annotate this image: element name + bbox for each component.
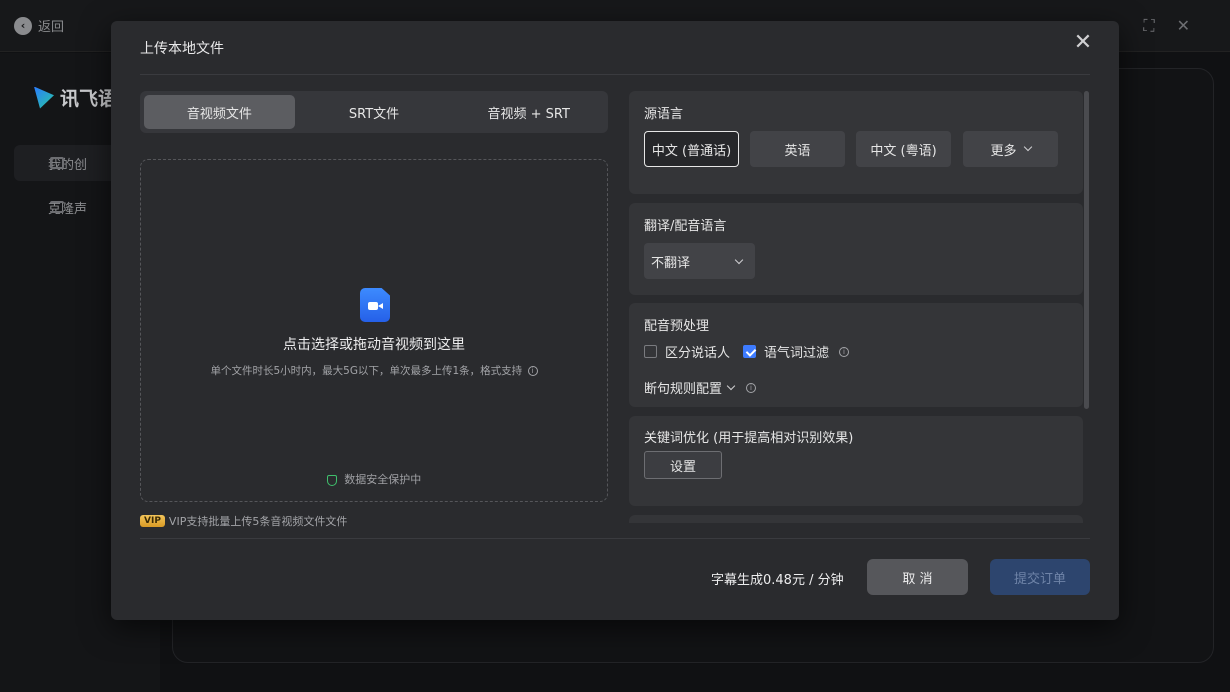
dropzone-title: 点击选择或拖动音视频到这里 xyxy=(283,337,465,353)
back-button[interactable]: ‹ 返回 xyxy=(14,16,64,35)
speaker-label: 区分说话人 xyxy=(665,346,731,361)
translation-card: 翻译/配音语言 不翻译 xyxy=(629,203,1083,295)
vip-note: VIP VIP支持批量上传5条音视频文件文件 xyxy=(140,513,347,529)
lang-option-cantonese[interactable]: 中文 (粤语) xyxy=(856,131,951,167)
keyword-card: 关键词优化 (用于提高相对识别效果) 设置 xyxy=(629,416,1083,506)
tab-av-file[interactable]: 音视频文件 xyxy=(144,95,295,129)
more-label: 更多 xyxy=(990,143,1017,159)
filler-label: 语气词过滤 xyxy=(764,346,830,361)
lang-option-mandarin[interactable]: 中文 (普通话) xyxy=(644,131,739,167)
keyword-settings-button[interactable]: 设置 xyxy=(644,451,722,479)
source-language-title: 源语言 xyxy=(644,107,684,122)
source-language-card: 源语言 中文 (普通话) 英语 中文 (粤语) 更多 xyxy=(629,91,1083,194)
dropzone-hint: 单个文件时长5小时内，最大5G以下，单次最多上传1条，格式支持 i xyxy=(141,363,607,378)
translation-title: 翻译/配音语言 xyxy=(644,219,727,234)
translation-value: 不翻译 xyxy=(651,255,691,271)
sentence-rule-toggle[interactable]: 断句规则配置 i xyxy=(644,378,757,397)
vip-note-text: VIP支持批量上传5条音视频文件文件 xyxy=(168,515,348,528)
back-label: 返回 xyxy=(38,20,65,35)
upload-dropzone[interactable]: 点击选择或拖动音视频到这里 单个文件时长5小时内，最大5G以下，单次最多上传1条… xyxy=(140,159,608,502)
submit-order-button[interactable]: 提交订单 xyxy=(990,559,1090,595)
next-card-peek xyxy=(629,515,1083,523)
footer-divider xyxy=(140,538,1090,539)
dropzone-hint-text: 单个文件时长5小时内，最大5G以下，单次最多上传1条，格式支持 xyxy=(210,365,523,377)
preprocess-title: 配音预处理 xyxy=(644,319,710,334)
tab-av-srt[interactable]: 音视频 + SRT xyxy=(453,95,604,129)
file-type-tabs: 音视频文件 SRT文件 音视频 + SRT xyxy=(140,91,608,133)
cancel-button[interactable]: 取 消 xyxy=(867,559,968,595)
back-arrow-icon: ‹ xyxy=(14,16,32,35)
app-logo: 讯飞语 xyxy=(34,84,117,111)
sentence-rule-label: 断句规则配置 xyxy=(644,382,723,397)
shield-icon xyxy=(326,474,337,486)
settings-scrollbar[interactable] xyxy=(1084,91,1089,409)
speaker-diarization-option[interactable]: 区分说话人 xyxy=(644,342,730,361)
upload-dialog: 上传本地文件 ✕ 音视频文件 SRT文件 音视频 + SRT 点击选择或拖动音视… xyxy=(111,21,1119,620)
lang-option-more[interactable]: 更多 xyxy=(963,131,1058,167)
info-icon[interactable]: i xyxy=(527,366,538,376)
folder-icon xyxy=(50,157,64,169)
fullscreen-icon[interactable]: ⛶ xyxy=(1143,16,1154,36)
speaker-checkbox[interactable] xyxy=(644,345,657,358)
logo-mark-icon xyxy=(34,86,54,109)
window-controls: ⛶ ✕ xyxy=(1143,16,1190,36)
info-icon[interactable]: i xyxy=(746,382,757,393)
translation-select[interactable]: 不翻译 xyxy=(644,243,755,279)
dialog-title: 上传本地文件 xyxy=(140,41,224,57)
chevron-down-icon xyxy=(1023,142,1032,152)
video-file-icon xyxy=(360,288,390,322)
logo-text: 讯飞语 xyxy=(60,88,118,110)
window-close-icon[interactable]: ✕ xyxy=(1177,16,1190,36)
title-divider xyxy=(140,74,1090,75)
security-note: 数据安全保护中 xyxy=(141,471,607,487)
info-icon[interactable]: i xyxy=(839,346,850,357)
filler-filter-option[interactable]: 语气词过滤 i xyxy=(743,342,850,361)
vip-badge: VIP xyxy=(140,515,165,527)
keyword-title: 关键词优化 (用于提高相对识别效果) xyxy=(644,431,854,446)
security-note-text: 数据安全保护中 xyxy=(344,473,422,486)
filler-checkbox[interactable] xyxy=(743,345,756,358)
tab-srt-file[interactable]: SRT文件 xyxy=(299,95,450,129)
price-info: 字幕生成0.48元 / 分钟 xyxy=(711,573,844,588)
close-icon[interactable]: ✕ xyxy=(1073,32,1093,54)
chevron-down-icon xyxy=(726,381,736,390)
chevron-down-icon xyxy=(734,255,744,265)
preprocess-card: 配音预处理 区分说话人 语气词过滤 i 断句规则配置 i xyxy=(629,303,1083,407)
lang-option-english[interactable]: 英语 xyxy=(750,131,845,167)
list-icon xyxy=(50,201,64,213)
